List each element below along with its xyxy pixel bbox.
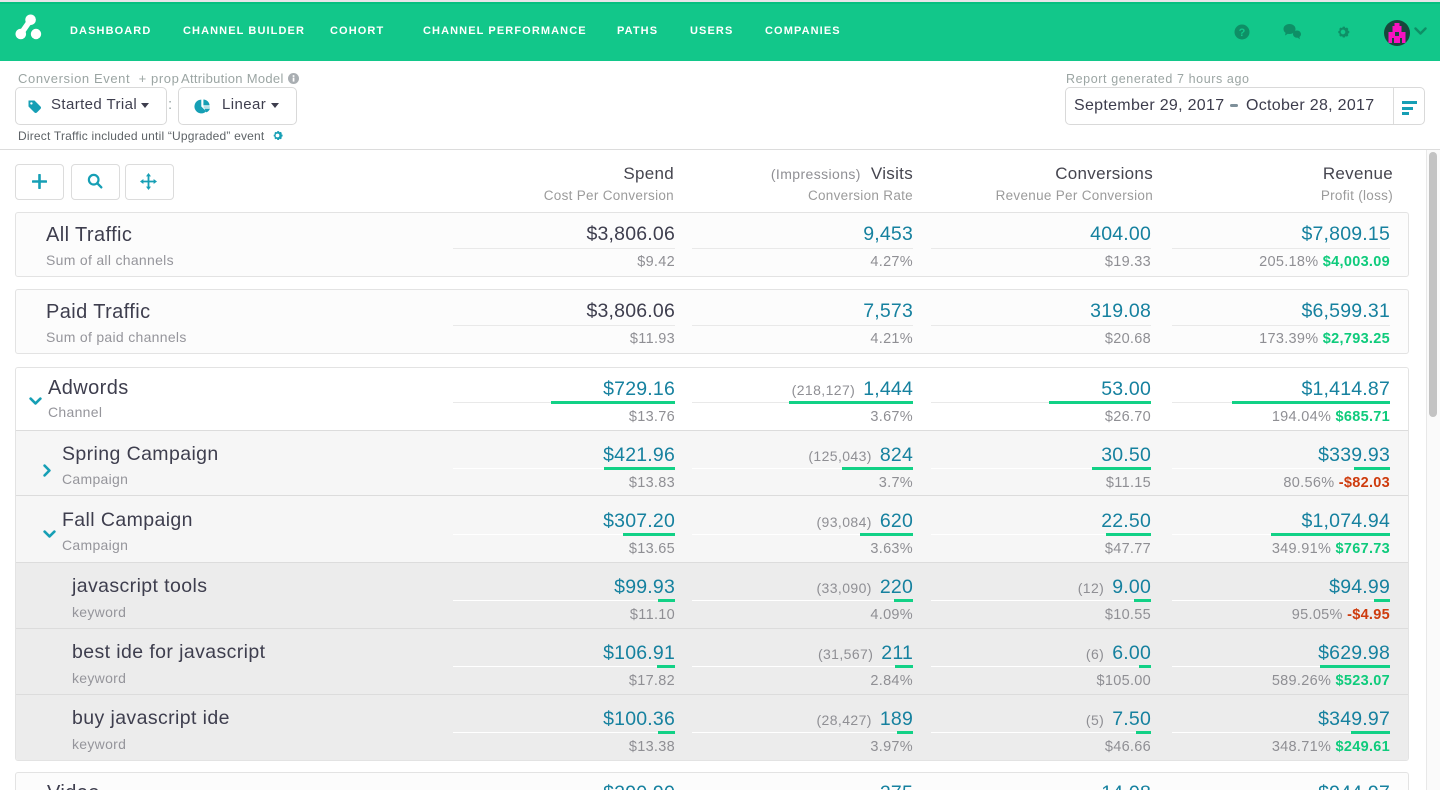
svg-text:?: ? — [1239, 27, 1246, 39]
